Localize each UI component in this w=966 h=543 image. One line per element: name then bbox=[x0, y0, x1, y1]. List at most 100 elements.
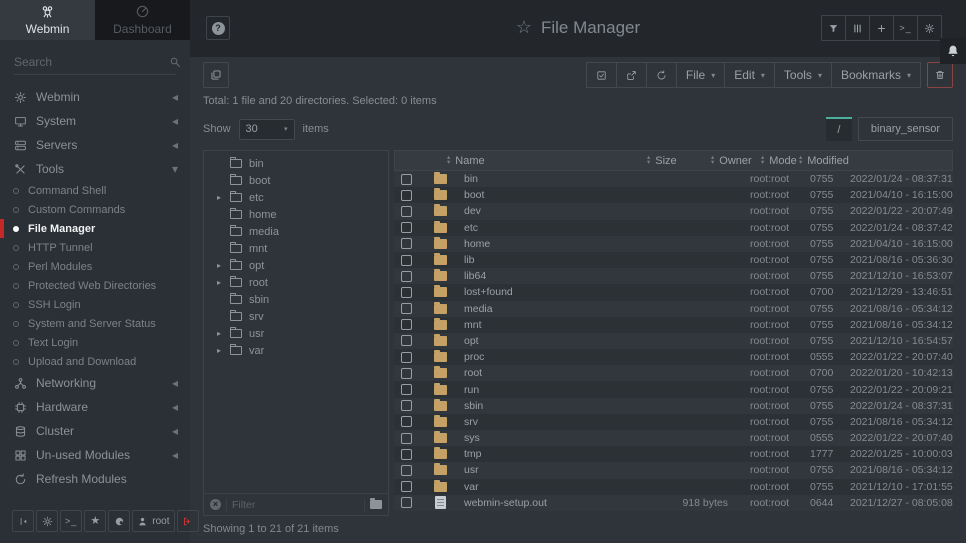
tree-item-var[interactable]: ▸var bbox=[204, 342, 388, 359]
tree-item-bin[interactable]: bin bbox=[204, 155, 388, 172]
filter-button[interactable] bbox=[821, 15, 846, 41]
sidebar-item-un-used-modules[interactable]: Un-used Modules◂ bbox=[0, 443, 190, 467]
terminal-button[interactable]: >_ bbox=[60, 510, 82, 532]
tab-webmin[interactable]: Webmin bbox=[0, 0, 95, 40]
sort-icon[interactable]: ▴▾ bbox=[761, 156, 764, 165]
tree-item-sbin[interactable]: sbin bbox=[204, 291, 388, 308]
sidebar-item-refresh-modules[interactable]: Refresh Modules bbox=[0, 467, 190, 491]
file-name[interactable]: lib bbox=[458, 254, 638, 266]
tree-item-root[interactable]: ▸root bbox=[204, 274, 388, 291]
row-checkbox[interactable] bbox=[401, 400, 412, 411]
tab-dashboard[interactable]: Dashboard bbox=[95, 0, 190, 40]
user-button[interactable]: root bbox=[132, 510, 174, 532]
row-checkbox[interactable] bbox=[401, 465, 412, 476]
sidebar-item-command-shell[interactable]: Command Shell bbox=[0, 181, 190, 200]
tree-item-opt[interactable]: ▸opt bbox=[204, 257, 388, 274]
sort-icon[interactable]: ▴▾ bbox=[711, 156, 714, 165]
collapse-button[interactable] bbox=[12, 510, 34, 532]
select-all-button[interactable] bbox=[586, 62, 617, 88]
tree-filter-input[interactable] bbox=[232, 499, 359, 511]
row-checkbox[interactable] bbox=[401, 497, 412, 508]
brightness-button[interactable] bbox=[36, 510, 58, 532]
tree-item-etc[interactable]: ▸etc bbox=[204, 189, 388, 206]
file-name[interactable]: tmp bbox=[458, 448, 638, 460]
column-header-name[interactable]: ▴▾Name bbox=[447, 151, 485, 170]
clear-filter-icon[interactable]: × bbox=[210, 499, 221, 510]
tree-item-home[interactable]: home bbox=[204, 206, 388, 223]
columns-button[interactable] bbox=[845, 15, 870, 41]
menu-bookmarks-button[interactable]: Bookmarks▾ bbox=[831, 62, 921, 88]
row-checkbox[interactable] bbox=[401, 303, 412, 314]
tree-item-media[interactable]: media bbox=[204, 223, 388, 240]
breadcrumb-item-[interactable]: / bbox=[826, 117, 852, 141]
row-checkbox[interactable] bbox=[401, 255, 412, 266]
row-checkbox[interactable] bbox=[401, 352, 412, 363]
sidebar-item-ssh-login[interactable]: SSH Login bbox=[0, 295, 190, 314]
logout-button[interactable] bbox=[177, 510, 199, 532]
file-name[interactable]: lib64 bbox=[458, 270, 638, 282]
file-name[interactable]: media bbox=[458, 303, 638, 315]
gear-button[interactable] bbox=[917, 15, 942, 41]
sidebar-item-tools[interactable]: Tools▾ bbox=[0, 157, 190, 181]
row-checkbox[interactable] bbox=[401, 238, 412, 249]
row-checkbox[interactable] bbox=[401, 271, 412, 282]
row-checkbox[interactable] bbox=[401, 222, 412, 233]
search-input[interactable] bbox=[14, 55, 169, 69]
row-checkbox[interactable] bbox=[401, 319, 412, 330]
file-name[interactable]: sys bbox=[458, 432, 638, 444]
file-name[interactable]: mnt bbox=[458, 319, 638, 331]
file-name[interactable]: root bbox=[458, 367, 638, 379]
sidebar-item-upload-and-download[interactable]: Upload and Download bbox=[0, 352, 190, 371]
row-checkbox[interactable] bbox=[401, 287, 412, 298]
sidebar-item-system-and-server-status[interactable]: System and Server Status bbox=[0, 314, 190, 333]
file-name[interactable]: boot bbox=[458, 189, 638, 201]
sidebar-item-http-tunnel[interactable]: HTTP Tunnel bbox=[0, 238, 190, 257]
row-checkbox[interactable] bbox=[401, 190, 412, 201]
theme-button[interactable] bbox=[108, 510, 130, 532]
sidebar-item-perl-modules[interactable]: Perl Modules bbox=[0, 257, 190, 276]
file-name[interactable]: lost+found bbox=[458, 286, 638, 298]
file-name[interactable]: srv bbox=[458, 416, 638, 428]
sort-icon[interactable]: ▴▾ bbox=[647, 156, 650, 165]
file-name[interactable]: opt bbox=[458, 335, 638, 347]
sidebar-item-networking[interactable]: Networking◂ bbox=[0, 371, 190, 395]
file-name[interactable]: etc bbox=[458, 222, 638, 234]
file-name[interactable]: bin bbox=[458, 173, 638, 185]
file-name[interactable]: usr bbox=[458, 464, 638, 476]
sidebar-item-text-login[interactable]: Text Login bbox=[0, 333, 190, 352]
column-header-owner[interactable]: ▴▾Owner bbox=[711, 151, 752, 170]
menu-file-button[interactable]: File▾ bbox=[676, 62, 725, 88]
file-name[interactable]: var bbox=[458, 481, 638, 493]
sort-icon[interactable]: ▴▾ bbox=[799, 156, 802, 165]
column-header-modified[interactable]: ▴▾Modified bbox=[799, 151, 849, 170]
refresh-button[interactable] bbox=[646, 62, 677, 88]
file-name[interactable]: home bbox=[458, 238, 638, 250]
sidebar-item-protected-web-directories[interactable]: Protected Web Directories bbox=[0, 276, 190, 295]
sidebar-item-servers[interactable]: Servers◂ bbox=[0, 133, 190, 157]
row-checkbox[interactable] bbox=[401, 384, 412, 395]
favorite-star-icon[interactable]: ☆ bbox=[516, 17, 532, 37]
row-checkbox[interactable] bbox=[401, 481, 412, 492]
favorites-button[interactable]: ★ bbox=[84, 510, 106, 532]
page-size-select[interactable]: 30 ▾ bbox=[239, 119, 295, 140]
tree-item-usr[interactable]: ▸usr bbox=[204, 325, 388, 342]
file-name[interactable]: webmin-setup.out bbox=[458, 497, 638, 509]
file-name[interactable]: proc bbox=[458, 351, 638, 363]
sidebar-item-webmin[interactable]: Webmin◂ bbox=[0, 85, 190, 109]
menu-tools-button[interactable]: Tools▾ bbox=[774, 62, 832, 88]
row-checkbox[interactable] bbox=[401, 433, 412, 444]
export-button[interactable] bbox=[616, 62, 647, 88]
file-name[interactable]: sbin bbox=[458, 400, 638, 412]
notifications-bell-button[interactable] bbox=[940, 38, 966, 64]
file-name[interactable]: dev bbox=[458, 205, 638, 217]
sidebar-item-file-manager[interactable]: File Manager bbox=[0, 219, 190, 238]
sidebar-item-custom-commands[interactable]: Custom Commands bbox=[0, 200, 190, 219]
sidebar-item-system[interactable]: System◂ bbox=[0, 109, 190, 133]
column-header-mode[interactable]: ▴▾Mode bbox=[761, 151, 797, 170]
trash-button[interactable] bbox=[927, 62, 953, 88]
row-checkbox[interactable] bbox=[401, 449, 412, 460]
tree-item-srv[interactable]: srv bbox=[204, 308, 388, 325]
breadcrumb-item-binary-sensor[interactable]: binary_sensor bbox=[858, 117, 953, 141]
menu-edit-button[interactable]: Edit▾ bbox=[724, 62, 775, 88]
folder-icon[interactable] bbox=[370, 500, 382, 509]
